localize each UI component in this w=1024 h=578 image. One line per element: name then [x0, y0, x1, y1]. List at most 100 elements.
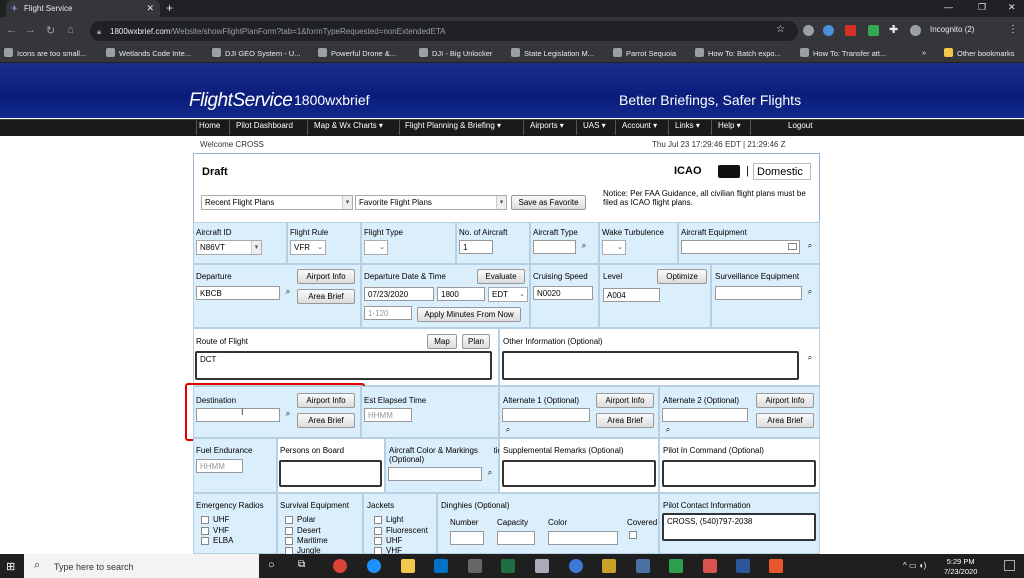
jacket-fluorescent-checkbox[interactable]	[374, 527, 382, 535]
word-icon[interactable]	[736, 559, 750, 573]
outlook-icon[interactable]	[434, 559, 448, 573]
reload-icon[interactable]: ↻	[46, 24, 55, 37]
dinghy-covered-checkbox[interactable]	[629, 531, 637, 539]
survival-desert-checkbox[interactable]	[285, 527, 293, 535]
bookmark-star-icon[interactable]: ☆	[776, 24, 785, 35]
dinghy-capacity-input[interactable]	[497, 531, 535, 545]
alternate2-airport-info-button[interactable]: Airport Info	[756, 393, 814, 408]
est-elapsed-time-input[interactable]: HHMM	[364, 408, 412, 422]
level-input[interactable]: A004	[603, 288, 660, 302]
nav-logout[interactable]: Logout	[788, 121, 812, 130]
restore-icon[interactable]: ❐	[978, 2, 986, 13]
forward-icon[interactable]: →	[25, 24, 36, 36]
bookmark-item[interactable]: Parrot Sequoia	[613, 48, 676, 58]
aircraft-equipment-input[interactable]	[681, 240, 800, 254]
search-icon[interactable]: ⌕	[503, 425, 513, 436]
aircraft-type-input[interactable]	[533, 240, 576, 254]
calculator-icon[interactable]	[468, 559, 482, 573]
radio-vhf-checkbox[interactable]	[201, 527, 209, 535]
extension-icon[interactable]	[845, 25, 856, 36]
extension-icon[interactable]	[868, 25, 879, 36]
departure-time-input[interactable]: 1800	[437, 287, 485, 301]
recent-flight-plans-select[interactable]: Recent Flight Plans ▾	[201, 195, 353, 210]
other-info-textarea[interactable]	[502, 351, 799, 380]
other-bookmarks[interactable]: Other bookmarks	[944, 48, 1015, 58]
notifications-icon[interactable]	[1004, 560, 1015, 571]
alternate1-airport-info-button[interactable]: Airport Info	[596, 393, 654, 408]
jacket-uhf-checkbox[interactable]	[374, 537, 382, 545]
bookmark-item[interactable]: Powerful Drone &...	[318, 48, 396, 58]
bookmark-item[interactable]: Icons are too small...	[4, 48, 86, 58]
close-window-icon[interactable]: ✕	[1008, 2, 1016, 13]
app-icon[interactable]	[535, 559, 549, 573]
app-icon[interactable]	[769, 559, 783, 573]
extension-icon[interactable]	[803, 25, 814, 36]
nav-help[interactable]: Help ▾	[718, 121, 741, 130]
app-icon[interactable]	[602, 559, 616, 573]
search-icon[interactable]: ⌕	[805, 241, 815, 252]
route-textarea[interactable]: DCT	[195, 351, 492, 380]
apply-minutes-button[interactable]: Apply Minutes From Now	[417, 307, 521, 322]
aircraft-id-select[interactable]: N86VT ▾	[196, 240, 262, 255]
nav-airports[interactable]: Airports ▾	[530, 121, 564, 130]
extension-icon[interactable]	[823, 25, 834, 36]
nav-links[interactable]: Links ▾	[675, 121, 700, 130]
alternate2-input[interactable]	[662, 408, 748, 422]
lock-icon[interactable]: 🔒︎	[97, 27, 101, 37]
survival-polar-checkbox[interactable]	[285, 516, 293, 524]
app-icon[interactable]	[703, 559, 717, 573]
flightservice-logo[interactable]: FlightService	[189, 90, 293, 112]
search-icon[interactable]: ⌕	[579, 241, 589, 252]
route-map-button[interactable]: Map	[427, 334, 457, 349]
bookmark-item[interactable]: Wetlands Code Inte...	[106, 48, 191, 58]
surveillance-equipment-input[interactable]	[715, 286, 802, 300]
alternate1-input[interactable]	[502, 408, 590, 422]
minutes-input[interactable]: 1-120	[364, 306, 412, 320]
bookmark-item[interactable]: DJI GEO System - U...	[212, 48, 300, 58]
nav-home[interactable]: Home	[199, 121, 220, 130]
search-icon[interactable]: ⌕	[485, 468, 495, 479]
flight-rule-select[interactable]: VFR ⌄	[290, 240, 326, 255]
app-icon[interactable]	[669, 559, 683, 573]
nav-uas[interactable]: UAS ▾	[583, 121, 606, 130]
video-camera-icon[interactable]	[718, 165, 740, 178]
search-icon[interactable]: ⌕	[283, 287, 293, 298]
task-view-icon[interactable]: ⧉	[298, 559, 305, 570]
domestic-tab[interactable]: Domestic	[753, 163, 811, 180]
system-tray-icons[interactable]: ^ ▭ ◖)	[903, 561, 926, 570]
list-icon[interactable]	[788, 243, 797, 250]
search-icon[interactable]: ⌕	[805, 353, 815, 364]
pilot-contact-textarea[interactable]: CROSS, (540)797-2038	[662, 513, 816, 541]
radio-elba-checkbox[interactable]	[201, 537, 209, 545]
survival-maritime-checkbox[interactable]	[285, 537, 293, 545]
browser-tab[interactable]: ✈ Flight Service ✕	[6, 0, 160, 17]
nav-flight-planning[interactable]: Flight Planning & Briefing ▾	[405, 121, 501, 130]
chrome-icon[interactable]	[333, 559, 347, 573]
nav-pilot-dashboard[interactable]: Pilot Dashboard	[236, 121, 293, 130]
bookmark-item[interactable]: How To: Batch expo...	[695, 48, 781, 58]
icao-tab[interactable]: ICAO	[674, 165, 702, 177]
url-text[interactable]: 1800wxbrief.com/Website/showFlightPlanFo…	[110, 27, 445, 36]
extension-icon[interactable]	[910, 25, 921, 36]
app-icon[interactable]	[636, 559, 650, 573]
alternate1-area-brief-button[interactable]: Area Brief	[596, 413, 654, 428]
home-icon[interactable]: ⌂	[67, 24, 74, 36]
menu-dots-icon[interactable]: ⋮	[1008, 24, 1018, 35]
flight-type-select[interactable]: ⌄	[364, 240, 388, 255]
departure-input[interactable]: KBCB	[196, 286, 280, 300]
dinghy-number-input[interactable]	[450, 531, 484, 545]
persons-on-board-input[interactable]	[279, 460, 382, 487]
incognito-indicator[interactable]: Incognito (2)	[930, 25, 974, 34]
bookmark-item[interactable]: DJI - Big Unlocker	[419, 48, 492, 58]
fuel-endurance-input[interactable]: HHMM	[196, 459, 243, 473]
app-icon[interactable]	[569, 559, 583, 573]
taskbar-clock[interactable]: 5:29 PM 7/23/2020	[944, 557, 977, 577]
radio-uhf-checkbox[interactable]	[201, 516, 209, 524]
dinghy-color-input[interactable]	[548, 531, 618, 545]
optimize-button[interactable]: Optimize	[657, 269, 707, 284]
bookmarks-overflow-icon[interactable]: »	[922, 48, 926, 57]
taskbar-search[interactable]: ⌕ Type here to search	[24, 554, 259, 578]
favorite-flight-plans-select[interactable]: Favorite Flight Plans ▾	[355, 195, 507, 210]
edge-icon[interactable]	[367, 559, 381, 573]
bookmark-item[interactable]: State Legislation M...	[511, 48, 594, 58]
